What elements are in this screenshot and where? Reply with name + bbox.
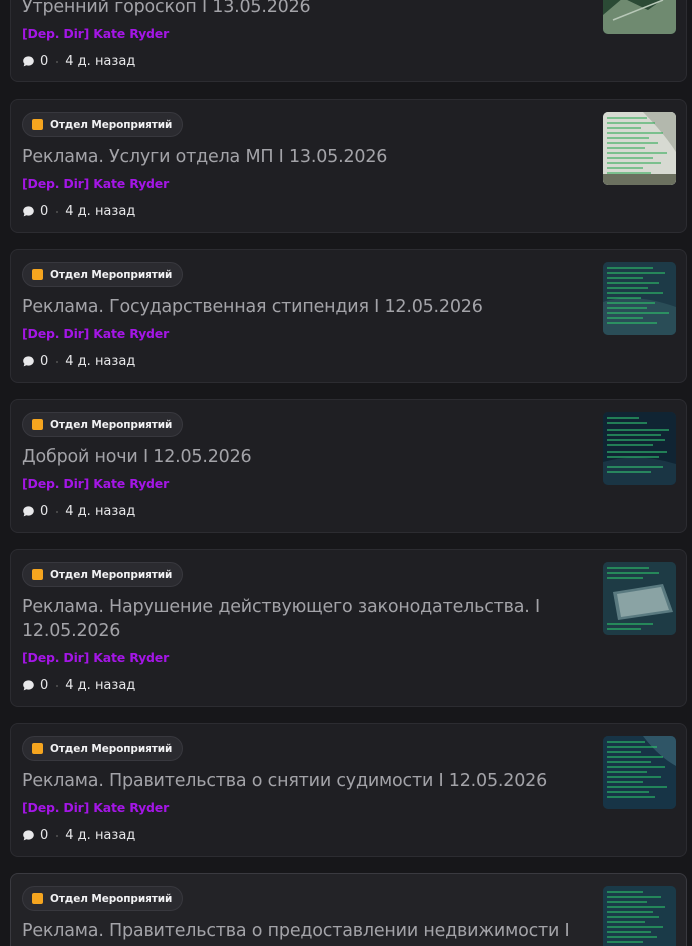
- category-color-square: [32, 569, 43, 580]
- post-title[interactable]: Реклама. Нарушение действующего законода…: [22, 595, 582, 643]
- post-card[interactable]: Отдел Мероприятий Реклама. Услуги отдела…: [10, 99, 687, 233]
- separator-dot: [56, 210, 59, 213]
- post-card[interactable]: Отдел Мероприятий Реклама. Правительства…: [10, 723, 687, 857]
- category-color-square: [32, 419, 43, 430]
- post-time: 4 д. назад: [65, 54, 136, 69]
- post-title[interactable]: Реклама. Государственная стипендия I 12.…: [22, 295, 582, 319]
- comment-count: 0: [40, 54, 49, 69]
- post-thumbnail[interactable]: [603, 0, 676, 34]
- post-card[interactable]: Утренний гороскоп I 13.05.2026 [Dep. Dir…: [10, 0, 687, 82]
- category-color-square: [32, 893, 43, 904]
- post-author[interactable]: [Dep. Dir] Kate Ryder: [22, 26, 169, 41]
- comment-count: 0: [40, 354, 49, 369]
- category-tag[interactable]: Отдел Мероприятий: [22, 112, 184, 137]
- post-title[interactable]: Доброй ночи I 12.05.2026: [22, 445, 582, 469]
- post-thumbnail[interactable]: [603, 736, 676, 809]
- post-author[interactable]: [Dep. Dir] Kate Ryder: [22, 650, 169, 665]
- separator-dot: [56, 360, 59, 363]
- post-time: 4 д. назад: [65, 504, 136, 519]
- post-time: 4 д. назад: [65, 204, 136, 219]
- post-card[interactable]: Отдел Мероприятий Реклама. Правительства…: [10, 873, 687, 946]
- post-card[interactable]: Отдел Мероприятий Доброй ночи I 12.05.20…: [10, 399, 687, 533]
- post-author[interactable]: [Dep. Dir] Kate Ryder: [22, 476, 169, 491]
- comment-count: 0: [40, 504, 49, 519]
- post-time: 4 д. назад: [65, 354, 136, 369]
- comment-icon: [23, 830, 34, 841]
- post-thumbnail[interactable]: [603, 886, 676, 946]
- category-tag[interactable]: Отдел Мероприятий: [22, 886, 184, 911]
- post-title[interactable]: Реклама. Правительства о предоставлении …: [22, 919, 582, 943]
- post-title[interactable]: Реклама. Правительства о снятии судимост…: [22, 769, 582, 793]
- category-color-square: [32, 119, 43, 130]
- post-meta: 0 4 д. назад: [22, 204, 135, 219]
- post-author[interactable]: [Dep. Dir] Kate Ryder: [22, 176, 169, 191]
- post-title[interactable]: Реклама. Услуги отдела МП I 13.05.2026: [22, 145, 582, 169]
- post-meta: 0 4 д. назад: [22, 828, 135, 843]
- category-tag[interactable]: Отдел Мероприятий: [22, 262, 184, 287]
- comment-icon: [23, 206, 34, 217]
- comment-icon: [23, 356, 34, 367]
- comment-icon: [23, 56, 34, 67]
- separator-dot: [56, 60, 59, 63]
- category-tag[interactable]: Отдел Мероприятий: [22, 562, 184, 587]
- post-author[interactable]: [Dep. Dir] Kate Ryder: [22, 800, 169, 815]
- separator-dot: [56, 510, 59, 513]
- post-meta: 0 4 д. назад: [22, 678, 135, 693]
- post-meta: 0 4 д. назад: [22, 504, 135, 519]
- separator-dot: [56, 684, 59, 687]
- post-time: 4 д. назад: [65, 678, 136, 693]
- comment-icon: [23, 506, 34, 517]
- post-thumbnail[interactable]: [603, 112, 676, 185]
- comment-count: 0: [40, 204, 49, 219]
- separator-dot: [56, 834, 59, 837]
- post-author[interactable]: [Dep. Dir] Kate Ryder: [22, 326, 169, 341]
- post-thumbnail[interactable]: [603, 262, 676, 335]
- post-card[interactable]: Отдел Мероприятий Реклама. Государственн…: [10, 249, 687, 383]
- post-card[interactable]: Отдел Мероприятий Реклама. Нарушение дей…: [10, 549, 687, 707]
- post-meta: 0 4 д. назад: [22, 54, 135, 69]
- category-color-square: [32, 743, 43, 754]
- post-thumbnail[interactable]: [603, 562, 676, 635]
- comment-count: 0: [40, 828, 49, 843]
- category-tag[interactable]: Отдел Мероприятий: [22, 736, 184, 761]
- post-time: 4 д. назад: [65, 828, 136, 843]
- post-meta: 0 4 д. назад: [22, 354, 135, 369]
- category-color-square: [32, 269, 43, 280]
- post-title[interactable]: Утренний гороскоп I 13.05.2026: [22, 0, 582, 19]
- category-tag[interactable]: Отдел Мероприятий: [22, 412, 184, 437]
- comment-icon: [23, 680, 34, 691]
- post-thumbnail[interactable]: [603, 412, 676, 485]
- comment-count: 0: [40, 678, 49, 693]
